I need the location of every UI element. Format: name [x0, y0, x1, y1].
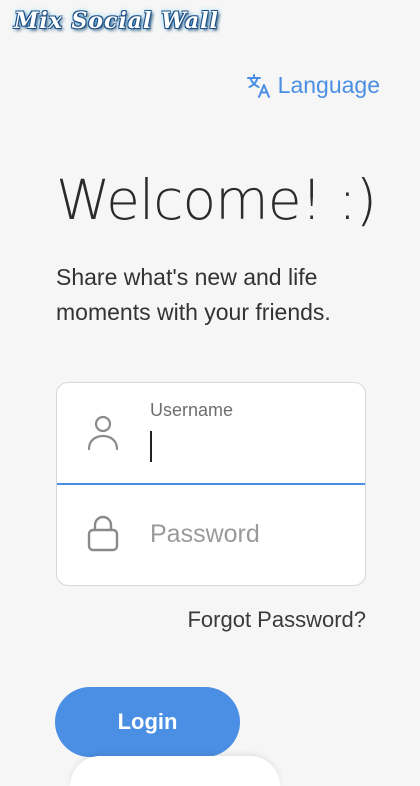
lock-icon [85, 513, 121, 553]
translate-icon [246, 73, 272, 99]
forgot-password-link[interactable]: Forgot Password? [187, 607, 366, 633]
username-field[interactable]: Username [57, 383, 365, 485]
welcome-title: Welcome! :) [56, 168, 377, 232]
username-input[interactable] [150, 429, 340, 463]
username-label: Username [150, 400, 234, 420]
password-field[interactable] [57, 485, 365, 585]
login-button[interactable]: Login [55, 687, 240, 757]
secondary-button-edge [70, 756, 280, 786]
language-link[interactable]: Language [246, 72, 380, 99]
welcome-tagline: Share what's new and life moments with y… [56, 264, 331, 325]
password-input[interactable] [150, 517, 340, 551]
text-cursor [150, 431, 152, 462]
login-card: Username [56, 382, 366, 586]
person-icon [85, 413, 121, 453]
language-label: Language [277, 72, 380, 98]
app-logo: Mix Social Wall [14, 8, 219, 34]
